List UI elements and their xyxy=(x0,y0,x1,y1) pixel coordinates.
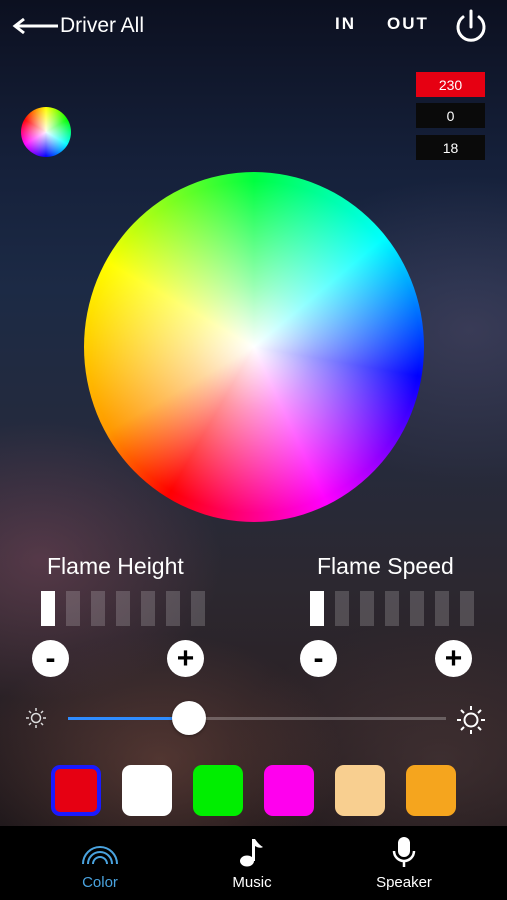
flame-speed-segment xyxy=(460,591,474,626)
microphone-icon xyxy=(392,837,416,867)
flame-speed-increase-button[interactable]: + xyxy=(435,640,472,677)
brightness-high-icon xyxy=(457,706,485,734)
music-note-icon xyxy=(240,839,263,867)
color-wheel[interactable] xyxy=(84,172,424,522)
rainbow-icon xyxy=(82,846,118,865)
in-button[interactable]: IN xyxy=(335,14,356,34)
back-arrow-icon xyxy=(12,17,58,35)
flame-height-segment xyxy=(166,591,180,626)
brightness-slider-fill[interactable] xyxy=(68,717,189,720)
flame-height-increase-button[interactable]: + xyxy=(167,640,204,677)
flame-height-decrease-button[interactable]: - xyxy=(32,640,69,677)
tab-bar: Color Music Speaker xyxy=(0,826,507,900)
flame-height-title: Flame Height xyxy=(47,553,184,579)
out-button[interactable]: OUT xyxy=(387,14,429,34)
color-swatch-green[interactable] xyxy=(193,765,243,816)
tab-color[interactable]: Color xyxy=(40,826,160,900)
color-swatch-white[interactable] xyxy=(122,765,172,816)
green-value: 0 xyxy=(416,103,485,128)
flame-speed-decrease-button[interactable]: - xyxy=(300,640,337,677)
flame-height-segment xyxy=(141,591,155,626)
flame-height-segment xyxy=(91,591,105,626)
flame-height-segment xyxy=(191,591,205,626)
color-swatch-magenta[interactable] xyxy=(264,765,314,816)
flame-speed-title: Flame Speed xyxy=(317,553,454,579)
color-swatch-red[interactable] xyxy=(51,765,101,816)
flame-height-segment xyxy=(116,591,130,626)
flame-speed-segment xyxy=(335,591,349,626)
back-label: Driver All xyxy=(60,14,145,37)
red-value: 230 xyxy=(416,72,485,97)
tab-speaker[interactable]: Speaker xyxy=(344,826,464,900)
color-swatch-orange[interactable] xyxy=(406,765,456,816)
flame-height-segment xyxy=(41,591,55,626)
tab-music[interactable]: Music xyxy=(192,826,312,900)
tab-speaker-label: Speaker xyxy=(376,874,432,891)
flame-speed-segment xyxy=(385,591,399,626)
flame-speed-segment xyxy=(310,591,324,626)
brightness-slider-thumb[interactable] xyxy=(171,701,206,735)
color-wheel-thumbnail[interactable] xyxy=(21,107,71,157)
flame-speed-segment xyxy=(435,591,449,626)
tab-color-label: Color xyxy=(82,874,118,891)
brightness-low-icon xyxy=(26,708,46,728)
flame-height-segment xyxy=(66,591,80,626)
power-icon[interactable] xyxy=(452,8,490,46)
blue-value: 18 xyxy=(416,135,485,160)
tab-music-label: Music xyxy=(232,874,272,891)
color-swatch-peach[interactable] xyxy=(335,765,385,816)
flame-speed-segment xyxy=(410,591,424,626)
back-button[interactable]: Driver All xyxy=(12,10,144,42)
flame-speed-segment xyxy=(360,591,374,626)
brightness-slider-track[interactable] xyxy=(188,717,446,720)
